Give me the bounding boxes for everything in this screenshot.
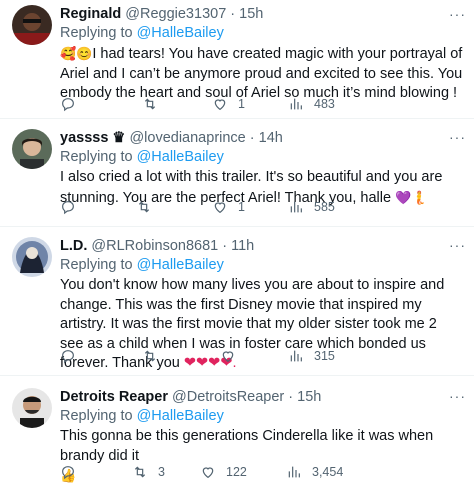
more-options-icon[interactable]: ··· [449,129,466,145]
more-options-icon[interactable]: ··· [449,6,466,22]
view-count: 315 [314,349,335,363]
mention-link[interactable]: @HalleBailey [137,25,224,41]
like-button[interactable] [220,348,246,364]
like-button[interactable]: 122 [200,464,247,480]
views-icon [290,98,302,110]
like-count: 1 [238,200,245,214]
emoji: 💜🧜 [395,189,428,205]
views-button[interactable]: 483 [288,96,335,112]
user-handle[interactable]: @RLRobinson8681 [91,238,218,254]
avatar[interactable] [12,5,52,45]
tweet-text-body: I had tears! You have created magic with… [60,46,463,101]
mention-link[interactable]: @HalleBailey [137,149,224,165]
user-handle[interactable]: @lovedianaprince [129,130,245,146]
reply-icon [62,350,74,364]
retweet-button[interactable]: 3 [132,464,165,480]
tweet-text: 🥰😊I had tears! You have created magic wi… [60,44,464,104]
view-count: 3,454 [312,465,344,479]
timestamp[interactable]: 14h [259,130,283,146]
action-bar: 3 122 3,454 [60,464,380,484]
retweet-icon [134,466,146,478]
separator-dot: · [288,389,294,405]
display-name[interactable]: Reginald [60,6,121,22]
heart-icon [214,99,226,111]
more-options-icon[interactable]: ··· [449,388,466,404]
tweet-detroits-reaper[interactable]: Detroits Reaper @DetroitsReaper · 15h Re… [0,376,474,491]
tweet-header: yassss ♛ @lovedianaprince · 14h [60,129,464,147]
tweet-header: Reginald @Reggie31307 · 15h [60,5,464,23]
view-count: 483 [314,97,335,111]
separator-dot: · [222,238,228,254]
display-name[interactable]: Detroits Reaper [60,389,168,405]
retweet-icon [144,350,156,362]
views-button[interactable]: 3,454 [286,464,343,480]
reply-button[interactable] [60,464,86,480]
reply-button[interactable] [60,199,86,215]
reply-icon [62,201,74,215]
display-name[interactable]: yassss [60,130,108,146]
tweet-header: Detroits Reaper @DetroitsReaper · 15h [60,388,464,406]
retweet-button[interactable] [142,348,168,364]
reply-icon [62,466,74,480]
action-bar: 315 [60,348,380,368]
replying-label: Replying to [60,257,133,273]
user-handle[interactable]: @Reggie31307 [125,6,226,22]
replying-to: Replying to @HalleBailey [60,256,464,274]
like-button[interactable]: 1 [212,96,245,112]
retweet-icon [144,98,156,110]
avatar[interactable] [12,237,52,277]
views-button[interactable]: 585 [288,199,335,215]
heart-icon [202,467,214,479]
user-handle[interactable]: @DetroitsReaper [172,389,284,405]
display-name[interactable]: L.D. [60,238,87,254]
avatar[interactable] [12,129,52,169]
tweet-ld[interactable]: L.D. @RLRobinson8681 · 11h Replying to @… [0,227,474,376]
tweet-reginald[interactable]: Reginald @Reggie31307 · 15h Replying to … [0,0,474,119]
separator-dot: · [249,130,255,146]
views-button[interactable]: 315 [288,348,335,364]
heart-icon [222,351,234,363]
like-count: 122 [226,465,247,479]
replying-to: Replying to @HalleBailey [60,148,464,166]
views-icon [290,201,302,213]
view-count: 585 [314,200,335,214]
reply-button[interactable] [60,96,86,112]
avatar[interactable] [12,388,52,428]
timestamp[interactable]: 11h [231,238,254,254]
replying-label: Replying to [60,25,133,41]
like-count: 1 [238,97,245,111]
separator-dot: · [230,6,236,22]
action-bar: 1 483 [60,96,380,116]
more-options-icon[interactable]: ··· [449,237,466,253]
tweet-text-body: This gonna be this generations Cinderell… [60,428,434,464]
views-icon [290,350,302,362]
like-button[interactable]: 1 [212,199,245,215]
replying-label: Replying to [60,149,133,165]
retweet-icon [138,201,150,213]
action-bar: 1 585 [60,199,380,219]
reply-button[interactable] [60,348,86,364]
replying-to: Replying to @HalleBailey [60,407,464,425]
emoji: 🥰😊 [60,46,93,61]
reply-icon [62,98,74,112]
tweet-yassss[interactable]: yassss ♛ @lovedianaprince · 14h Replying… [0,119,474,227]
replying-to: Replying to @HalleBailey [60,24,464,42]
mention-link[interactable]: @HalleBailey [137,408,224,424]
retweet-button[interactable] [136,199,162,215]
name-badge-icon: ♛ [112,130,126,146]
mention-link[interactable]: @HalleBailey [137,257,224,273]
retweet-button[interactable] [142,96,168,112]
heart-icon [214,202,226,214]
replying-label: Replying to [60,408,133,424]
tweet-header: L.D. @RLRobinson8681 · 11h [60,237,464,255]
views-icon [288,466,300,478]
timestamp[interactable]: 15h [239,6,263,22]
timestamp[interactable]: 15h [297,389,321,405]
retweet-count: 3 [158,465,165,479]
